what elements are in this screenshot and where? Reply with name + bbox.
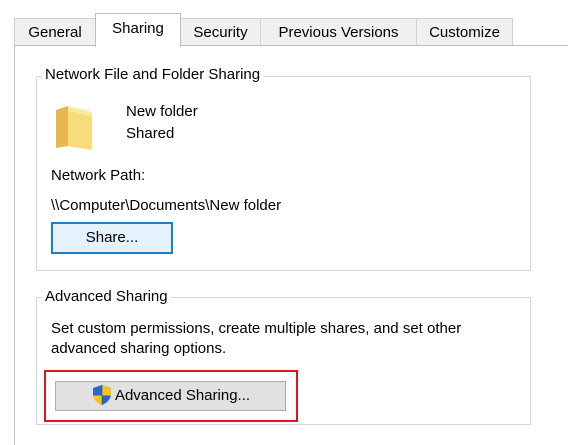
advanced-sharing-description-line2: advanced sharing options. [51, 340, 227, 357]
advanced-sharing-description: Set custom permissions, create multiple … [51, 319, 461, 359]
tab-general[interactable]: General [14, 18, 96, 45]
folder-name: New folder [126, 103, 198, 120]
advanced-sharing-description-line1: Set custom permissions, create multiple … [51, 320, 462, 337]
uac-shield-icon [92, 385, 111, 406]
tab-security[interactable]: Security [180, 18, 261, 45]
tab-strip: General Sharing Security Previous Versio… [14, 12, 568, 47]
advanced-sharing-button[interactable]: Advanced Sharing... [55, 381, 286, 411]
network-path-label: Network Path: [51, 167, 146, 184]
share-button[interactable]: Share... [51, 222, 173, 254]
tab-sharing[interactable]: Sharing [95, 13, 181, 47]
folder-icon [56, 106, 92, 150]
advanced-sharing-button-label: Advanced Sharing... [114, 387, 251, 404]
advanced-sharing-title: Advanced Sharing [42, 288, 171, 306]
tab-previous-versions[interactable]: Previous Versions [260, 18, 417, 45]
share-status: Shared [126, 125, 175, 142]
tab-customize[interactable]: Customize [416, 18, 513, 45]
network-sharing-title: Network File and Folder Sharing [42, 66, 264, 84]
network-path-value: \\Computer\Documents\New folder [51, 197, 282, 214]
